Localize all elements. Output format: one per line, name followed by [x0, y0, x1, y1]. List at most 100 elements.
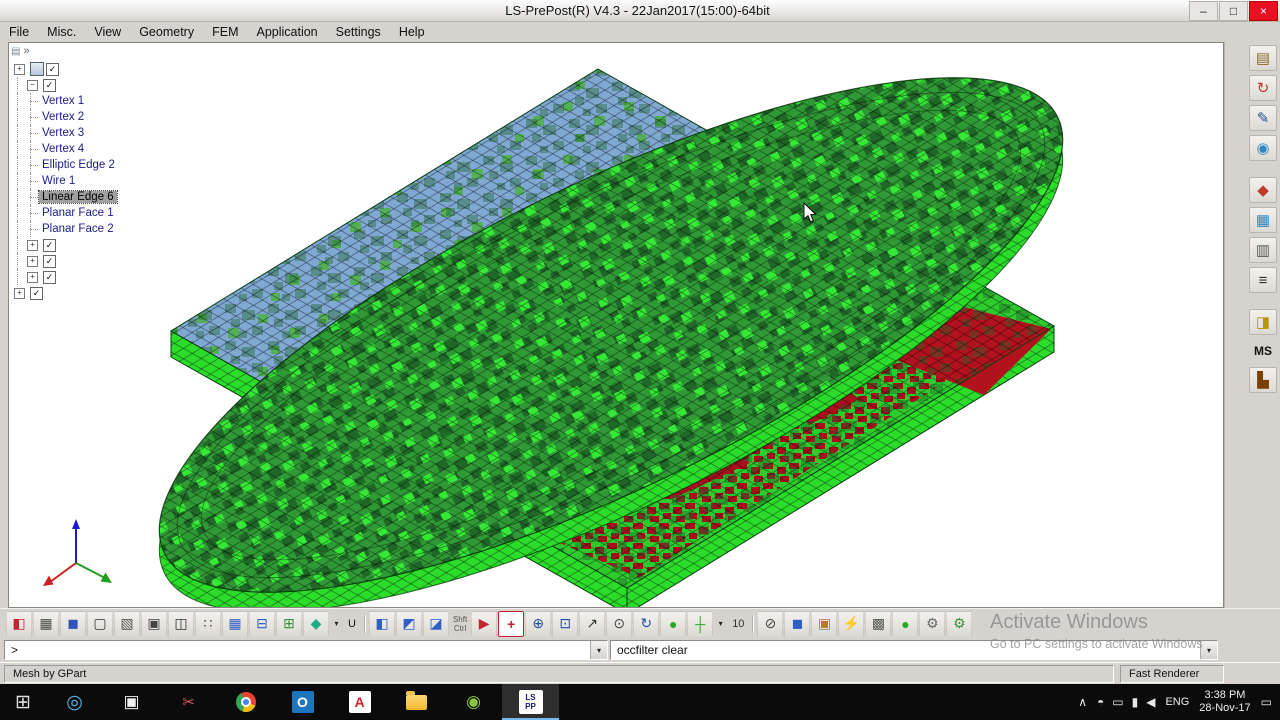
maximize-button[interactable]: □ [1219, 0, 1248, 21]
tree-item-label[interactable]: Vertex 4 [39, 143, 87, 155]
tree-item-label[interactable]: Planar Face 1 [39, 207, 117, 219]
outlook-button[interactable]: O [274, 684, 331, 720]
doc-pages-icon[interactable]: ▤ [1249, 45, 1277, 71]
rotate-mode-icon[interactable]: ▶ [471, 610, 498, 637]
list-icon[interactable]: ≡ [1249, 267, 1277, 293]
mesh-display-icon[interactable]: ▦ [222, 610, 248, 637]
axis-toggle-icon[interactable]: ┼ [687, 610, 714, 637]
menu-view[interactable]: View [85, 23, 130, 41]
flat-shade-icon[interactable]: ◼ [60, 610, 86, 637]
center-view-icon[interactable]: ⊙ [606, 610, 633, 637]
gem-dropdown-icon[interactable]: ▾ [330, 612, 343, 636]
shade-edge-icon[interactable]: ▣ [141, 610, 167, 637]
node-display-icon[interactable]: ∷ [195, 610, 221, 637]
expand-icon[interactable]: + [14, 63, 25, 75]
smooth-shade-icon[interactable]: ▦ [33, 610, 59, 637]
process-gear-icon[interactable]: ⚙ [946, 610, 973, 637]
pick-arrow-icon[interactable]: ↗ [579, 610, 606, 637]
chart-icon[interactable]: ▙ [1249, 367, 1277, 393]
refresh-icon[interactable]: ↻ [1249, 75, 1277, 101]
highlight-icon[interactable]: ◨ [1249, 309, 1277, 335]
part-checkbox[interactable]: ✓ [30, 286, 43, 300]
anim-lightning-icon[interactable]: ⚡ [838, 610, 865, 637]
menu-misc[interactable]: Misc. [38, 23, 85, 41]
expand-icon[interactable]: + [14, 287, 25, 299]
part-checkbox[interactable]: ✓ [43, 254, 56, 268]
part-group-icon[interactable]: ⊞ [276, 610, 302, 637]
annotate-pencil-icon[interactable]: ✎ [1249, 105, 1277, 131]
hidden-line-icon[interactable]: ▧ [114, 610, 140, 637]
command-dropdown-icon[interactable]: ▾ [590, 641, 607, 659]
minimize-button[interactable]: – [1189, 0, 1218, 21]
collapse-icon[interactable]: − [27, 79, 38, 91]
tree-item-label[interactable]: Vertex 3 [39, 127, 87, 139]
menu-fem[interactable]: FEM [203, 23, 247, 41]
root-checkbox[interactable]: ✓ [46, 62, 59, 76]
menu-file[interactable]: File [0, 23, 38, 41]
viewport[interactable]: ▤ » + ✓ − ✓ Vertex 1 Vertex 2 Vertex 3 V… [8, 42, 1224, 608]
menu-help[interactable]: Help [390, 23, 434, 41]
start-button[interactable]: ⊞ [0, 684, 46, 720]
rotate-view-icon[interactable]: ↻ [633, 610, 660, 637]
tray-expand-chevron[interactable]: ∧ [1078, 695, 1087, 709]
globe-icon[interactable]: ◉ [1249, 135, 1277, 161]
angle-dropdown-icon[interactable]: ▾ [714, 612, 727, 636]
zoom-window-icon[interactable]: ⊡ [552, 610, 579, 637]
command-history[interactable]: occfilter clear ▾ [610, 640, 1218, 660]
tray-battery-icon[interactable]: ▮ [1132, 695, 1139, 709]
notes-button[interactable]: ◉ [445, 684, 502, 720]
search-button[interactable]: ◎ [46, 684, 103, 720]
panel-icon[interactable]: ▥ [1249, 237, 1277, 263]
tree-item-label[interactable]: Vertex 2 [39, 111, 87, 123]
shrink-element-icon[interactable]: ⊟ [249, 610, 275, 637]
expand-icon[interactable]: + [27, 239, 38, 251]
view-iso-icon[interactable]: ◪ [422, 610, 449, 637]
settings-gear-icon[interactable]: ⚙ [919, 610, 946, 637]
menu-application[interactable]: Application [247, 23, 326, 41]
render-quality-icon[interactable]: ● [892, 610, 919, 637]
tree-item-label[interactable]: Planar Face 2 [39, 223, 117, 235]
command-history-value[interactable]: occfilter clear [611, 641, 1200, 659]
tree-item-label[interactable]: Vertex 1 [39, 95, 87, 107]
expand-icon[interactable]: + [27, 255, 38, 267]
tree-item-label-selected[interactable]: Linear Edge 6 [38, 190, 118, 204]
command-prompt[interactable]: > [5, 641, 590, 659]
command-input[interactable]: > ▾ [4, 640, 608, 660]
menu-settings[interactable]: Settings [327, 23, 390, 41]
feature-line-icon[interactable]: ◫ [168, 610, 194, 637]
action-center-icon[interactable]: ▭ [1261, 695, 1272, 709]
undeform-toggle[interactable]: U [344, 612, 360, 636]
model-box-icon[interactable]: ◼ [784, 610, 811, 637]
view-top-icon[interactable]: ◩ [395, 610, 422, 637]
tree-item-label[interactable]: Wire 1 [39, 175, 78, 187]
snapshot-icon[interactable]: ▣ [811, 610, 838, 637]
checker-display-icon[interactable]: ▩ [865, 610, 892, 637]
pick-add-icon[interactable]: + [498, 610, 525, 637]
close-button[interactable]: × [1249, 0, 1278, 21]
wireframe-icon[interactable]: ▢ [87, 610, 113, 637]
tray-volume-icon[interactable]: ◀ [1146, 695, 1155, 709]
ls-prepost-button[interactable]: LS PP [502, 684, 559, 720]
language-indicator[interactable]: ENG [1165, 696, 1189, 708]
part-checkbox[interactable]: ✓ [43, 270, 56, 284]
chrome-button[interactable] [217, 684, 274, 720]
toolbar-overflow[interactable]: ▤ » [11, 45, 30, 57]
zoom-in-icon[interactable]: ⊕ [525, 610, 552, 637]
probe-icon[interactable]: ◆ [1249, 177, 1277, 203]
task-view-button[interactable]: ▣ [103, 684, 160, 720]
part-checkbox[interactable]: ✓ [43, 238, 56, 252]
branch-checkbox[interactable]: ✓ [43, 78, 56, 92]
tray-status-icon[interactable]: ◓ [1097, 695, 1104, 709]
material-gem-icon[interactable]: ◆ [303, 610, 329, 637]
file-explorer-button[interactable] [388, 684, 445, 720]
menu-geometry[interactable]: Geometry [130, 23, 203, 41]
view-front-icon[interactable]: ◧ [368, 610, 395, 637]
tray-display-icon[interactable]: ▭ [1112, 695, 1123, 709]
snipping-tool-button[interactable]: ✂ [160, 684, 217, 720]
measure-icon[interactable]: ⊘ [757, 610, 784, 637]
sphere-mode-icon[interactable]: ● [660, 610, 687, 637]
tree-item-label[interactable]: Elliptic Edge 2 [39, 159, 118, 171]
acrobat-button[interactable]: A [331, 684, 388, 720]
clip-section-icon[interactable]: ◧ [6, 610, 32, 637]
clock[interactable]: 3:38 PM 28-Nov-17 [1199, 689, 1250, 715]
